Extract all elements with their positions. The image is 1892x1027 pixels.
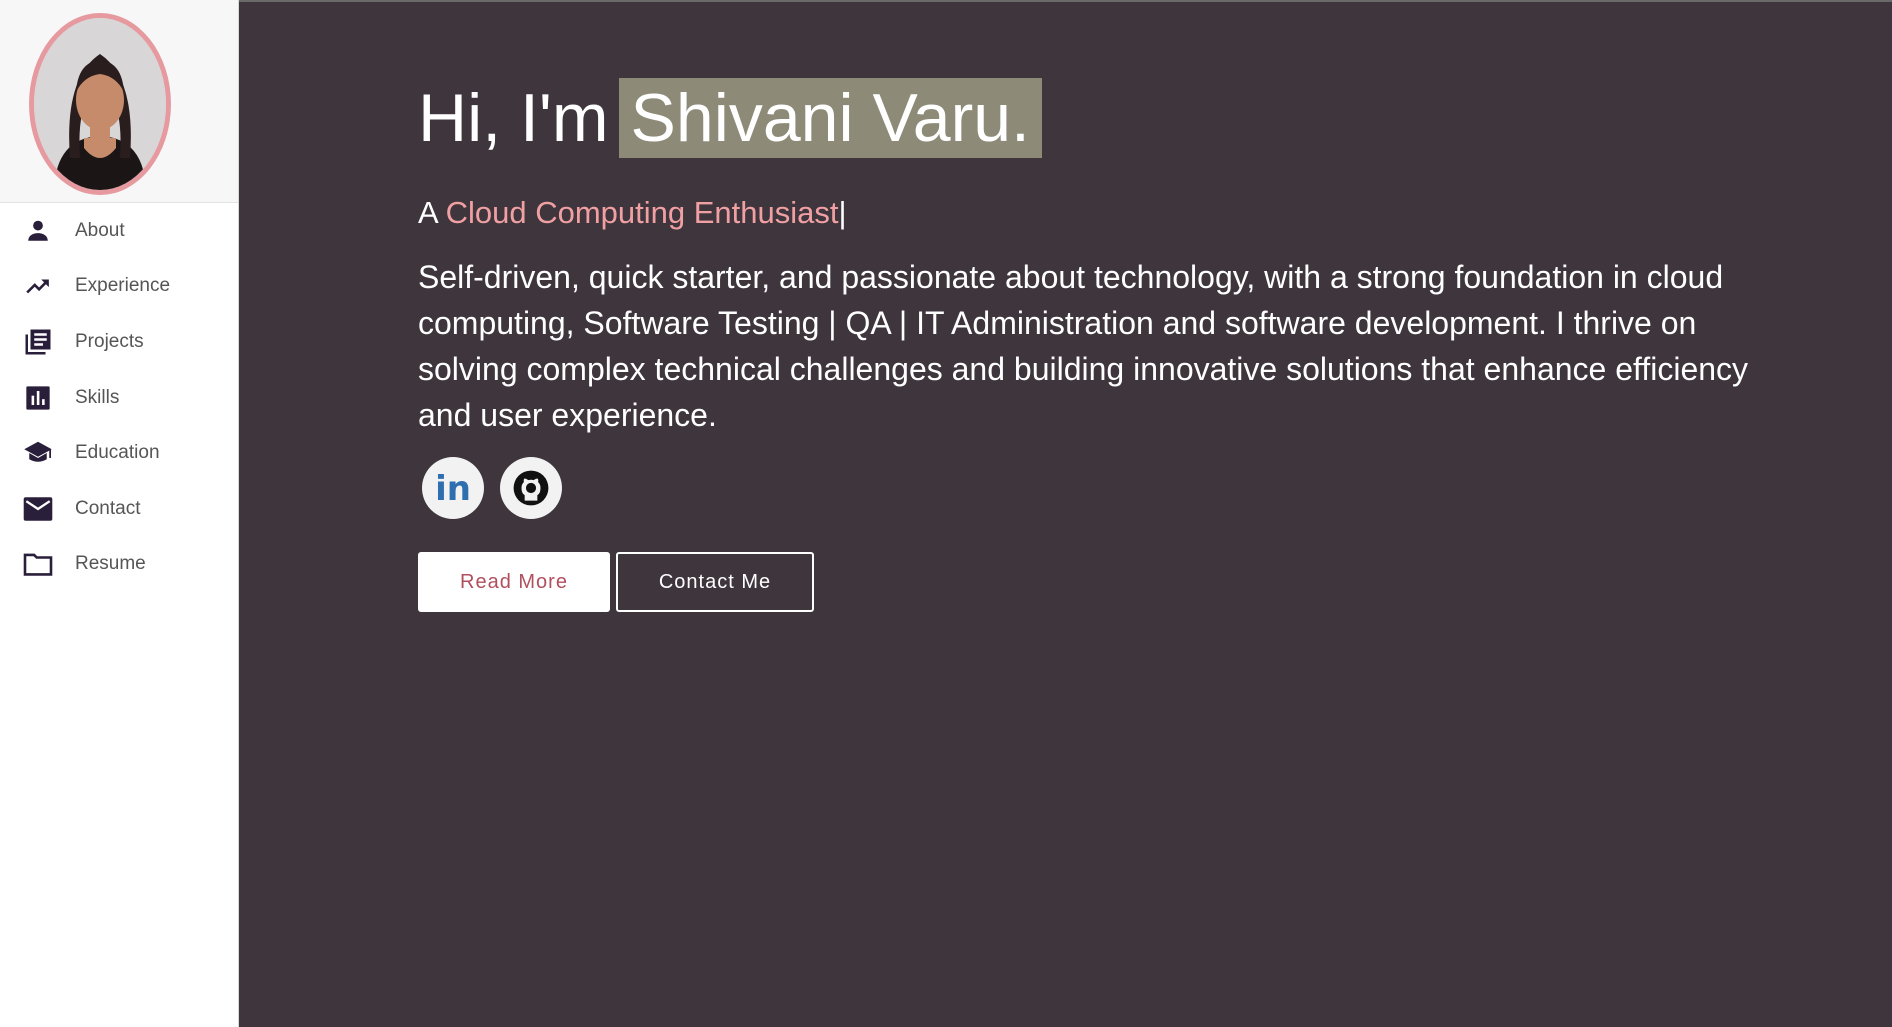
github-link[interactable] — [500, 457, 562, 519]
sidebar-nav: About Experience Projects Skills Educati… — [0, 203, 238, 592]
sidebar-item-resume[interactable]: Resume — [0, 537, 238, 593]
sidebar-item-label: About — [75, 219, 125, 241]
library-books-icon — [21, 325, 55, 359]
graduation-cap-icon — [21, 436, 55, 470]
sidebar-item-label: Projects — [75, 330, 144, 352]
main-content: Hi, I'm Shivani Varu. A Cloud Computing E… — [239, 0, 1892, 1027]
trending-up-icon — [21, 269, 55, 303]
sidebar-item-label: Resume — [75, 553, 146, 575]
read-more-button[interactable]: Read More — [418, 552, 610, 612]
bio-text: Self-driven, quick starter, and passiona… — [418, 259, 1749, 433]
bar-chart-icon — [21, 381, 55, 415]
social-links: in — [422, 457, 562, 519]
page-title: Hi, I'm Shivani Varu. — [418, 73, 1042, 163]
sidebar-item-label: Skills — [75, 386, 120, 408]
linkedin-label: in — [435, 469, 471, 509]
sidebar: About Experience Projects Skills Educati… — [0, 0, 239, 1027]
tagline-role: Cloud Computing Enthusiast — [445, 195, 839, 230]
person-icon — [21, 214, 55, 248]
sidebar-item-about[interactable]: About — [0, 203, 238, 259]
github-icon — [512, 469, 550, 507]
sidebar-item-education[interactable]: Education — [0, 425, 238, 481]
sidebar-item-projects[interactable]: Projects — [0, 314, 238, 370]
tagline: A Cloud Computing Enthusiast| — [418, 195, 847, 231]
sidebar-item-experience[interactable]: Experience — [0, 259, 238, 315]
sidebar-item-label: Contact — [75, 497, 141, 519]
greeting-text: Hi, I'm — [418, 80, 609, 156]
sidebar-item-skills[interactable]: Skills — [0, 370, 238, 426]
typing-cursor: | — [838, 195, 847, 230]
tagline-prefix: A — [418, 195, 446, 230]
folder-icon — [21, 547, 55, 581]
sidebar-item-label: Experience — [75, 275, 171, 297]
mail-icon — [21, 492, 55, 526]
linkedin-link[interactable]: in — [422, 457, 484, 519]
linkedin-icon: in — [431, 466, 475, 510]
cta-buttons: Read More Contact Me — [418, 552, 814, 612]
avatar-section — [0, 0, 238, 203]
avatar — [29, 13, 171, 195]
contact-me-button[interactable]: Contact Me — [616, 552, 814, 612]
sidebar-item-label: Education — [75, 442, 160, 464]
sidebar-item-contact[interactable]: Contact — [0, 481, 238, 537]
name-highlight: Shivani Varu. — [618, 78, 1042, 158]
